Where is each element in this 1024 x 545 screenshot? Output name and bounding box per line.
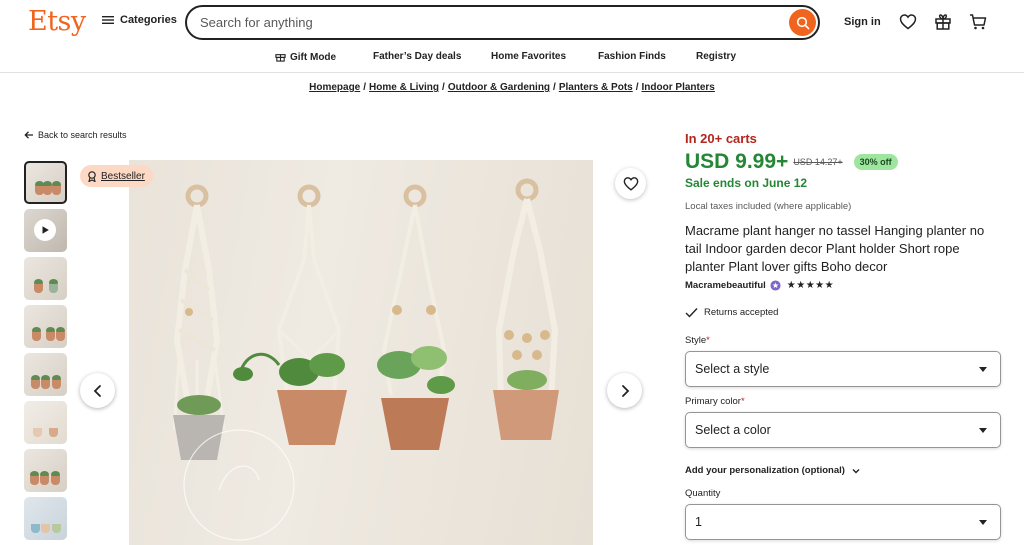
breadcrumb: Homepage / Home & Living / Outdoor & Gardeni… (0, 82, 1024, 93)
play-icon (34, 219, 56, 241)
categories-label: Categories (120, 14, 177, 26)
quantity-label: Quantity (685, 488, 721, 499)
style-label-text: Style (685, 335, 707, 346)
sale-price: USD 9.99+ (685, 150, 789, 173)
dropdown-caret-icon (979, 428, 987, 433)
tax-note: Local taxes included (where applicable) (685, 201, 852, 212)
back-to-search-link[interactable]: Back to search results (24, 130, 127, 140)
thumbnail-8[interactable] (24, 497, 67, 540)
breadcrumb-separator: / (553, 82, 556, 93)
shop-info: Macramebeautiful ★★★★★ (685, 280, 834, 291)
breadcrumb-separator: / (363, 82, 367, 93)
thumbnail-3[interactable] (24, 257, 67, 300)
thumbnail-7[interactable] (24, 449, 67, 492)
style-label: Style* (685, 335, 710, 346)
color-label: Primary color* (685, 396, 745, 407)
previous-image-button[interactable] (80, 373, 115, 408)
chevron-left-icon (93, 384, 101, 397)
back-label: Back to search results (38, 130, 127, 140)
arrow-left-icon (24, 131, 33, 139)
sale-end-date: Sale ends on June 12 (685, 176, 808, 190)
sign-in-link[interactable]: Sign in (844, 16, 881, 28)
breadcrumb-separator: / (635, 82, 639, 93)
search-icon (796, 16, 809, 29)
chevron-down-icon (852, 468, 860, 473)
breadcrumb-link[interactable]: Homepage (309, 82, 360, 93)
check-icon (685, 308, 698, 318)
search-button[interactable] (789, 9, 816, 36)
etsy-logo[interactable]: Etsy (28, 6, 86, 37)
dropdown-caret-icon (979, 520, 987, 525)
color-label-text: Primary color (685, 396, 741, 407)
gift-mode-icon (275, 54, 286, 62)
search-input[interactable] (200, 15, 818, 30)
price-row: USD 9.99+ USD 14.27+ 30% off (685, 150, 898, 174)
color-select[interactable]: Select a color (685, 412, 1001, 448)
rating-stars[interactable]: ★★★★★ (787, 280, 834, 291)
hamburger-icon (102, 16, 114, 24)
heart-icon (623, 176, 638, 191)
product-main-image (129, 160, 593, 545)
thumbnail-5[interactable] (24, 353, 67, 396)
categories-button[interactable]: Categories (102, 14, 177, 26)
heart-icon[interactable] (899, 13, 917, 31)
site-header: Etsy Categories Sign in Gift Mode Father… (0, 0, 1024, 73)
style-select[interactable]: Select a style (685, 351, 1001, 387)
product-title: Macrame plant hanger no tassel Hanging p… (685, 223, 985, 274)
award-icon (88, 170, 96, 182)
quantity-select-value: 1 (695, 515, 702, 529)
favorite-button[interactable] (615, 168, 646, 199)
breadcrumb-link[interactable]: Planters & Pots (559, 82, 633, 93)
breadcrumb-link[interactable]: Indoor Planters (642, 82, 715, 93)
nav-label: Gift Mode (290, 52, 337, 63)
nav-fashion-finds[interactable]: Fashion Finds (598, 51, 666, 62)
discount-badge: 30% off (853, 154, 898, 170)
thumbnail-4[interactable] (24, 305, 67, 348)
chevron-right-icon (621, 384, 629, 397)
macrame-planters-photo (172, 178, 559, 541)
star-seller-icon (770, 280, 781, 291)
nav-home-favorites[interactable]: Home Favorites (491, 51, 566, 62)
required-mark: * (706, 335, 710, 346)
style-select-value: Select a style (695, 362, 770, 376)
personalization-label: Add your personalization (optional) (685, 465, 845, 476)
cart-icon[interactable] (969, 13, 987, 31)
color-select-value: Select a color (695, 423, 771, 437)
personalization-toggle[interactable]: Add your personalization (optional) (685, 465, 861, 476)
nav-fathers-day[interactable]: Father’s Day deals (373, 51, 461, 62)
quantity-select[interactable]: 1 (685, 504, 1001, 540)
breadcrumb-separator: / (442, 82, 445, 93)
thumbnail-6[interactable] (24, 401, 67, 444)
dropdown-caret-icon (979, 367, 987, 372)
bestseller-label: Bestseller (101, 170, 145, 182)
returns-info: Returns accepted (685, 307, 778, 318)
thumbnail-video[interactable] (24, 209, 67, 252)
next-image-button[interactable] (607, 373, 642, 408)
gift-icon[interactable] (934, 13, 952, 31)
thumbnail-1[interactable] (24, 161, 67, 204)
breadcrumb-link[interactable]: Home & Living (369, 82, 439, 93)
nav-gift-mode[interactable]: Gift Mode (275, 51, 336, 63)
required-mark: * (740, 396, 745, 407)
shop-name-link[interactable]: Macramebeautiful (685, 280, 766, 291)
original-price: USD 14.27+ (793, 157, 843, 167)
bestseller-badge[interactable]: Bestseller (80, 165, 153, 187)
search-bar (185, 5, 820, 40)
returns-label: Returns accepted (704, 307, 779, 318)
breadcrumb-link[interactable]: Outdoor & Gardening (448, 82, 550, 93)
nav-registry[interactable]: Registry (696, 51, 736, 62)
in-carts-notice: In 20+ carts (685, 131, 757, 146)
